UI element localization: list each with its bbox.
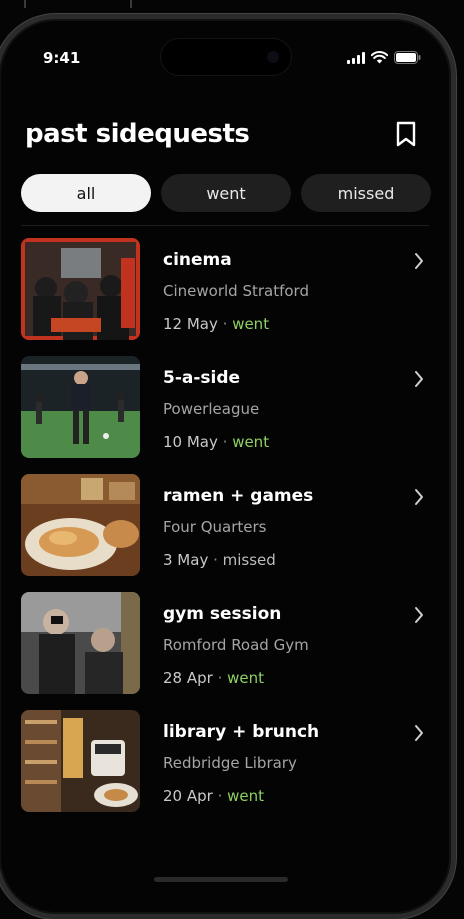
item-name: cinema (163, 250, 232, 270)
filter-all[interactable]: all (21, 174, 151, 212)
food-photo (21, 474, 140, 576)
item-name: library + brunch (163, 722, 320, 742)
filter-tabs: all went missed (21, 174, 431, 212)
dynamic-island (161, 39, 291, 75)
battery-icon (394, 51, 421, 64)
item-venue: Romford Road Gym (163, 636, 309, 654)
signal-icon (347, 52, 365, 64)
library-photo (21, 710, 140, 812)
divider (21, 225, 429, 226)
item-meta: 10 May · went (163, 433, 270, 451)
item-venue: Redbridge Library (163, 754, 297, 772)
list-item[interactable]: gym session Romford Road Gym 28 Apr · we… (21, 592, 429, 709)
item-name: ramen + games (163, 486, 314, 506)
item-meta: 3 May · missed (163, 551, 276, 569)
list-item[interactable]: 5-a-side Powerleague 10 May · went (21, 356, 429, 473)
item-name: gym session (163, 604, 282, 624)
cinema-photo (21, 238, 140, 340)
item-venue: Four Quarters (163, 518, 267, 536)
top-edge (0, 0, 464, 10)
filter-missed[interactable]: missed (301, 174, 431, 212)
item-meta: 28 Apr · went (163, 669, 265, 687)
home-indicator[interactable] (154, 877, 288, 882)
chevron-right-icon[interactable] (413, 252, 425, 274)
status-badge: went (227, 669, 265, 687)
status-bar: 9:41 (0, 19, 451, 89)
chevron-right-icon[interactable] (413, 724, 425, 746)
list-item[interactable]: library + brunch Redbridge Library 20 Ap… (21, 710, 429, 827)
sidequest-list: cinema Cineworld Stratford 12 May · went (21, 238, 429, 828)
page-title: past sidequests (25, 119, 250, 149)
item-venue: Cineworld Stratford (163, 282, 309, 300)
chevron-right-icon[interactable] (413, 606, 425, 628)
status-badge: went (232, 315, 270, 333)
gym-photo (21, 592, 140, 694)
status-time: 9:41 (43, 49, 81, 67)
status-badge: went (227, 787, 265, 805)
status-badge: missed (222, 551, 276, 569)
item-meta: 20 Apr · went (163, 787, 265, 805)
chevron-right-icon[interactable] (413, 488, 425, 510)
phone-frame: 9:41 past sidequests all went missed cin… (0, 14, 456, 919)
list-item[interactable]: cinema Cineworld Stratford 12 May · went (21, 238, 429, 355)
bookmark-icon[interactable] (395, 121, 417, 151)
wifi-icon (371, 51, 388, 64)
filter-went[interactable]: went (161, 174, 291, 212)
item-meta: 12 May · went (163, 315, 270, 333)
item-name: 5-a-side (163, 368, 241, 388)
list-item[interactable]: ramen + games Four Quarters 3 May · miss… (21, 474, 429, 591)
item-venue: Powerleague (163, 400, 260, 418)
football-photo (21, 356, 140, 458)
status-badge: went (232, 433, 270, 451)
chevron-right-icon[interactable] (413, 370, 425, 392)
